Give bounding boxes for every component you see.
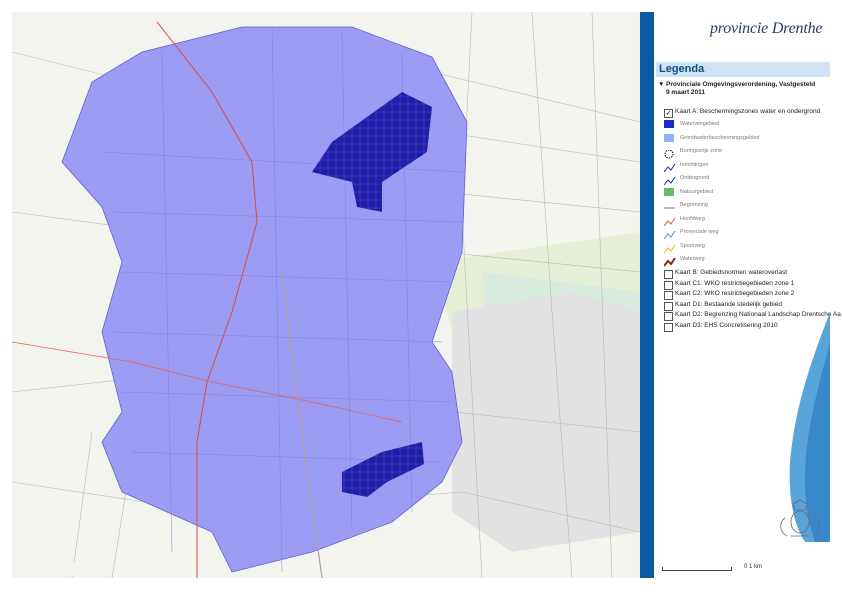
layer-label: Kaart D1: Bestaande stedelijk gebied (675, 300, 782, 308)
scale-bar (662, 567, 732, 571)
legend-label: Ondergrond (680, 175, 710, 181)
legend-label: Provinciale weg (680, 229, 719, 235)
checkbox-unchecked-icon[interactable] (664, 280, 673, 290)
map-canvas[interactable] (12, 12, 640, 578)
scale-label: 0 1 km (744, 564, 763, 570)
legend-label: Boringsvrije zone (680, 148, 723, 154)
legend-title: Legenda (656, 62, 830, 77)
layer-label: Kaart D3: EHS Concretisering 2010 (675, 321, 778, 329)
legend-panel: provincie Drenthe Legenda ▼ Provinciale … (640, 12, 841, 578)
legend-label: Begrenzing (680, 202, 708, 208)
checkbox-unchecked-icon[interactable] (664, 322, 673, 332)
province-crest-icon (780, 499, 820, 537)
legend-label: Waterweg (680, 256, 705, 262)
legend-label: Waterwingebied (680, 121, 720, 127)
legend-label: Spoorweg (680, 242, 705, 249)
legend-label: Inrichtingen (680, 161, 709, 168)
sidebar-accent-bar (640, 12, 654, 578)
checkbox-unchecked-icon[interactable] (664, 270, 673, 279)
legend-swatch-fill (664, 120, 674, 128)
checkbox-unchecked-icon[interactable] (664, 312, 673, 321)
legend-swatch-zigzag (663, 242, 676, 253)
province-logo: provincie Drenthe (710, 20, 823, 37)
legend-swatch-zigzag (663, 161, 676, 172)
layer-label: Kaart A: Beschermingszones water en onde… (675, 108, 821, 115)
group-toggle[interactable]: ▼ (658, 81, 664, 88)
checkbox-checked-icon[interactable]: ✓ (664, 109, 673, 118)
legend-swatch-dashed-circle (664, 147, 674, 159)
legend-swatch-zigzag (663, 228, 676, 240)
layer-label: Kaart B: Gebiedsnormen wateroverlast (675, 269, 787, 276)
legend-swatch-line (664, 201, 675, 209)
legend-swatch-zigzag (663, 215, 676, 226)
checkbox-unchecked-icon[interactable] (664, 291, 673, 300)
layer-label: Kaart C2: WKO restrictiegebieden zone 2 (675, 290, 795, 297)
checkbox-unchecked-icon[interactable] (664, 301, 673, 311)
legend-label: Hoofdweg (680, 215, 705, 222)
layer-label: Kaart C1: WKO restrictiegebieden zone 1 (675, 279, 795, 287)
legend-swatch-fill (664, 133, 674, 142)
legend-label: Natuurgebied (680, 188, 714, 195)
legend-swatch-zigzag-thick (663, 255, 676, 267)
legend-label: Grondwaterbeschermingsgebied (680, 134, 760, 141)
legend-swatch-zigzag (663, 174, 676, 186)
legend-group-title: Provinciale Omgevingsverordening, Vastge… (666, 81, 816, 96)
map-credits-box (15, 562, 85, 576)
legend-swatch-fill (664, 187, 674, 196)
